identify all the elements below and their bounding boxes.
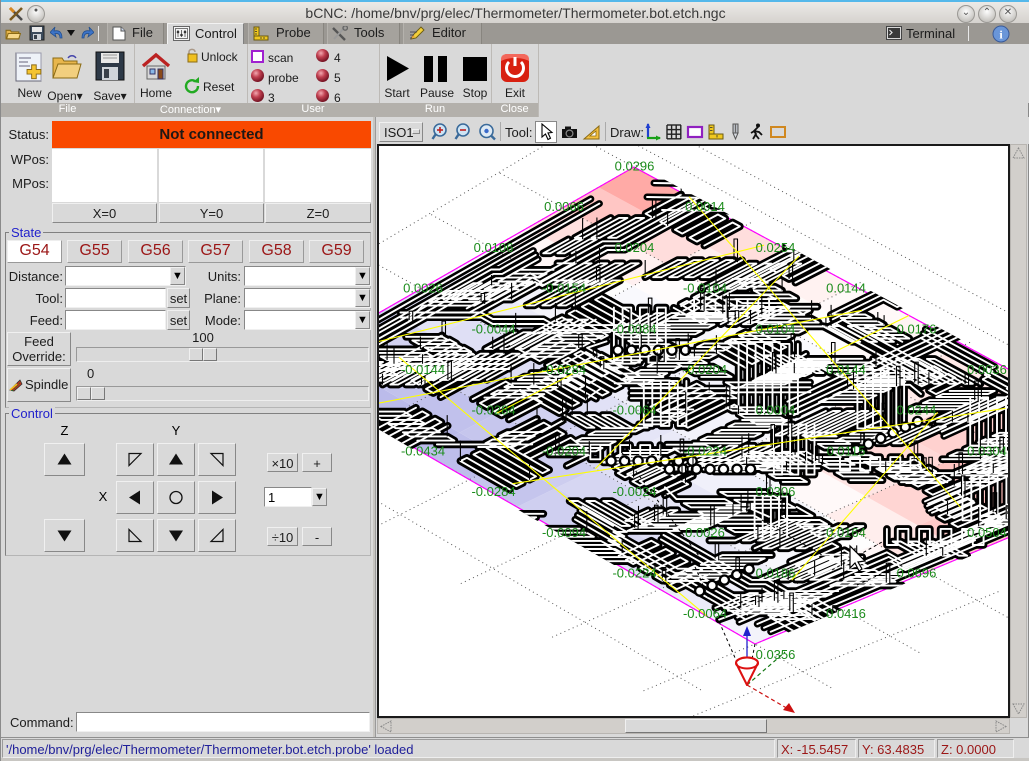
- svg-text:-0.0284: -0.0284: [471, 484, 515, 499]
- svg-text:-0.0064: -0.0064: [612, 403, 656, 418]
- svg-text:0.0036: 0.0036: [967, 362, 1007, 377]
- svg-text:0.0115: 0.0115: [827, 443, 866, 458]
- svg-text:-0.0284: -0.0284: [542, 362, 586, 377]
- svg-text:0.0696: 0.0696: [897, 566, 937, 581]
- svg-text:0.0106: 0.0106: [474, 240, 514, 255]
- svg-text:0.0186: 0.0186: [756, 566, 796, 581]
- svg-text:-0.0154: -0.0154: [542, 281, 586, 296]
- svg-text:-0.0104: -0.0104: [683, 281, 727, 296]
- svg-text:0.0504: 0.0504: [967, 525, 1007, 540]
- svg-text:0.0296: 0.0296: [615, 159, 655, 174]
- svg-text:0.0144: 0.0144: [826, 362, 866, 377]
- svg-text:0.0066: 0.0066: [544, 199, 584, 214]
- svg-text:0.0306: 0.0306: [756, 484, 796, 499]
- svg-text:-0.0024: -0.0024: [612, 484, 656, 499]
- svg-text:-0.0224: -0.0224: [683, 443, 727, 458]
- svg-text:-0.0284: -0.0284: [471, 403, 515, 418]
- svg-text:-0.0064: -0.0064: [683, 606, 727, 621]
- svg-text:0.0004: 0.0004: [756, 403, 796, 418]
- svg-text:0.0416: 0.0416: [826, 606, 866, 621]
- svg-text:0.0176: 0.0176: [897, 321, 937, 336]
- svg-text:-0.0144: -0.0144: [401, 362, 445, 377]
- svg-text:0.0104: 0.0104: [756, 321, 796, 336]
- svg-text:0.0304: 0.0304: [967, 443, 1007, 458]
- svg-text:-0.0204: -0.0204: [683, 362, 727, 377]
- svg-text:-0.0204: -0.0204: [542, 443, 586, 458]
- svg-text:0.0144: 0.0144: [826, 281, 866, 296]
- svg-text:0.0014: 0.0014: [685, 199, 725, 214]
- svg-text:-0.0084: -0.0084: [612, 321, 656, 336]
- svg-text:0.0254: 0.0254: [756, 240, 796, 255]
- svg-text:-0.0224: -0.0224: [612, 566, 656, 581]
- svg-text:-0.0094: -0.0094: [542, 525, 586, 540]
- svg-text:0.0204: 0.0204: [615, 240, 655, 255]
- svg-text:0.0164: 0.0164: [826, 525, 866, 540]
- svg-text:-0.0044: -0.0044: [471, 321, 515, 336]
- svg-text:0.0026: 0.0026: [685, 525, 725, 540]
- svg-text:0.0244: 0.0244: [897, 403, 937, 418]
- svg-text:-0.0434: -0.0434: [401, 443, 445, 458]
- svg-text:0.0026: 0.0026: [403, 281, 443, 296]
